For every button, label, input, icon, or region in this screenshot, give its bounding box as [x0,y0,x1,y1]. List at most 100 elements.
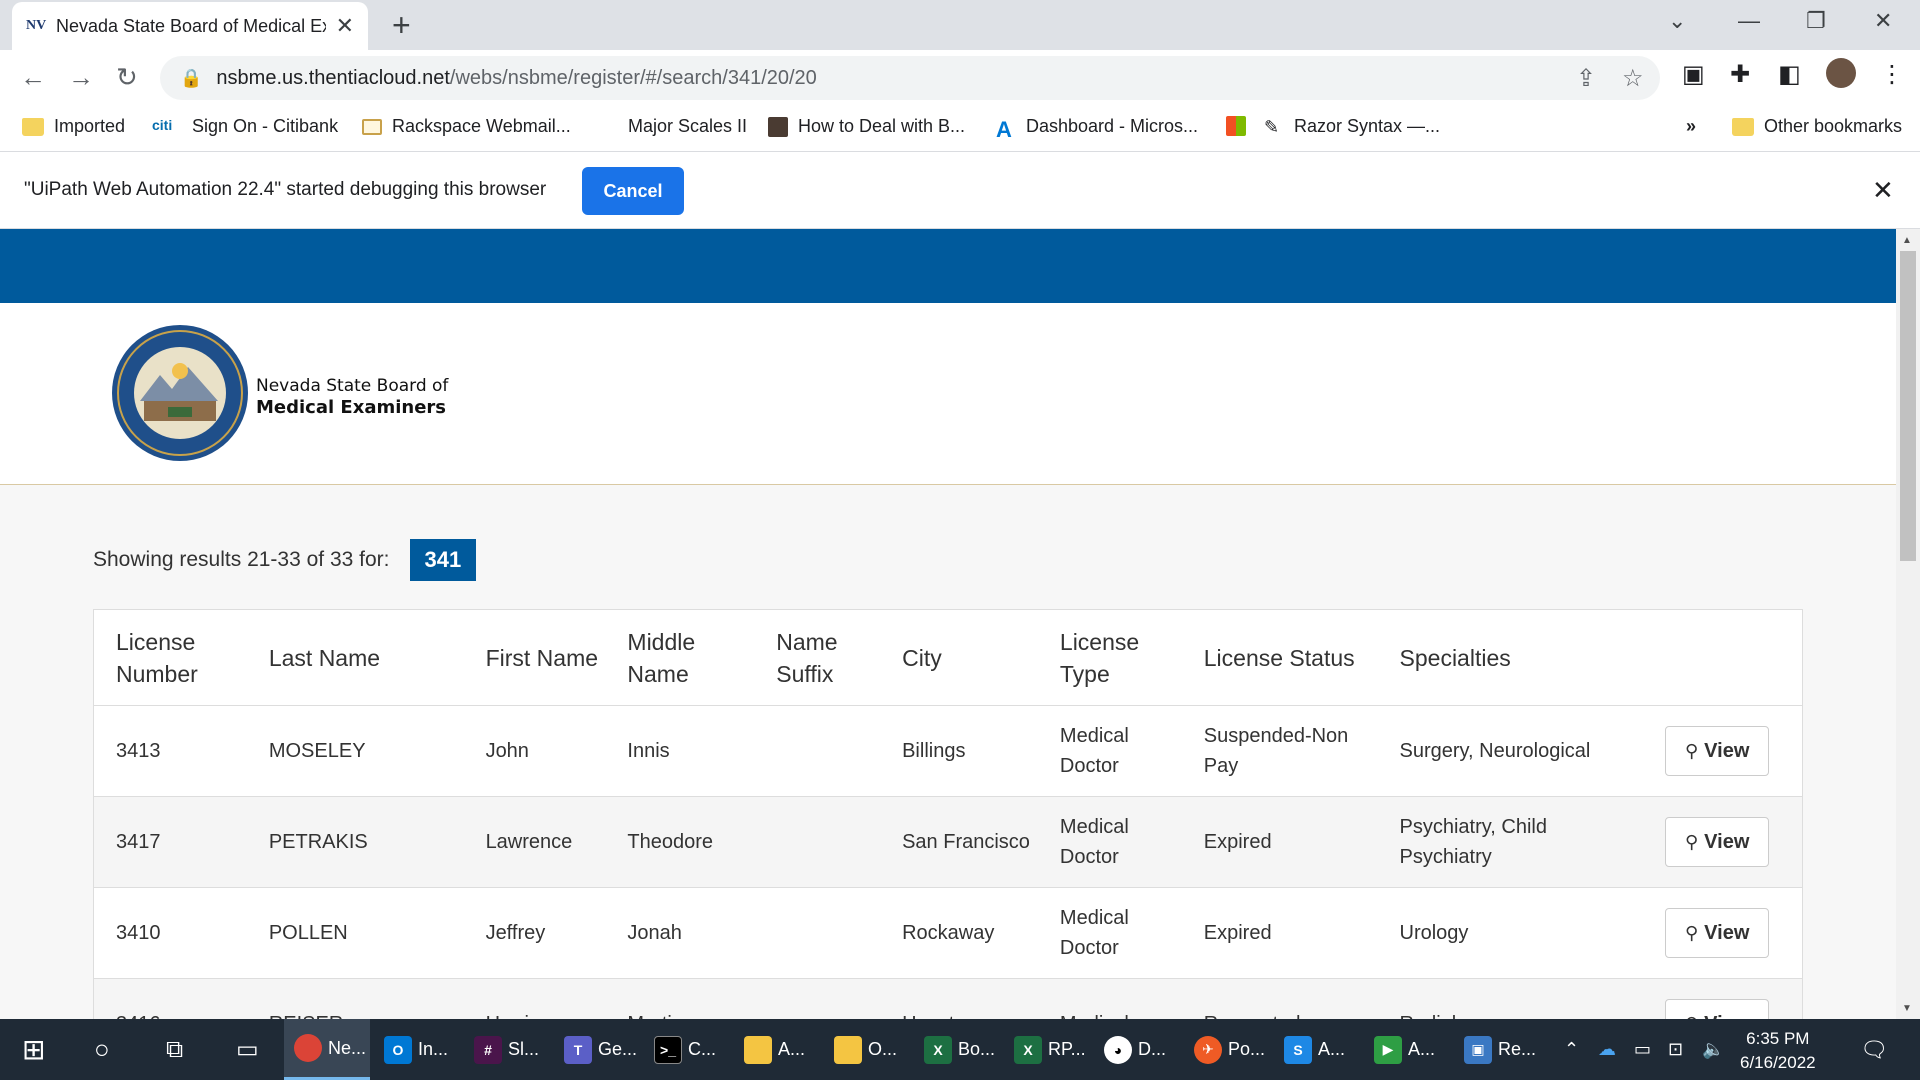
battery-icon[interactable]: ▭ [1634,1019,1651,1080]
bookmark-label: Major Scales II [628,116,748,136]
cell-license-status: Suspended-Non Pay [1203,725,1349,777]
bookmark-dashboard[interactable]: A Dashboard - Micros... [996,116,1199,142]
org-name-line2: Medical Examiners [256,397,447,418]
side-panel-icon[interactable]: ◧ [1778,60,1801,89]
search-circle-icon[interactable]: ○ [94,1019,110,1080]
reload-button[interactable]: ↻ [116,62,138,92]
cell-license-number: 3417 [116,831,161,853]
debugging-infobar: "UiPath Web Automation 22.4" started deb… [0,153,1920,229]
tab-strip: NV Nevada State Board of Medical Examine… [0,0,1920,50]
taskbar-folder-a[interactable]: A... [744,1019,805,1080]
col-city[interactable]: City [880,642,1038,674]
taskbar-label: C... [688,1039,717,1059]
taskbar-app-d[interactable]: ◕ D... [1104,1019,1166,1080]
cell-middle-name: Martin [605,1009,754,1019]
extensions-puzzle-icon[interactable]: ✚ [1730,60,1750,89]
tab-search-icon[interactable]: ⌄ [1668,8,1686,34]
cancel-debugging-button[interactable]: Cancel [582,167,684,215]
col-last-name[interactable]: Last Name [247,642,464,674]
close-tab-icon[interactable]: ✕ [336,13,354,39]
menu-kebab-icon[interactable]: ⋮ [1880,60,1904,89]
onedrive-cloud-icon[interactable]: ☁ [1598,1019,1616,1080]
taskbar-postman[interactable]: ✈ Po... [1194,1019,1265,1080]
volume-icon[interactable]: 🔈 [1702,1019,1724,1080]
cell-city: Houston [880,1009,1038,1019]
bookmark-label: Dashboard - Micros... [1026,116,1199,136]
bookmark-razor[interactable]: ✎ Razor Syntax —... [1264,116,1440,137]
col-license-number[interactable]: License Number [94,626,247,690]
taskbar-slack[interactable]: # Sl... [474,1019,539,1080]
infobar-message: "UiPath Web Automation 22.4" started deb… [24,179,547,200]
taskbar-remote-desktop[interactable]: ▣ Re... [1464,1019,1536,1080]
scroll-up-arrow-icon[interactable]: ▲ [1902,235,1912,246]
bookmark-how-to-deal[interactable]: How to Deal with B... [768,116,965,137]
site-top-bar [0,229,1896,303]
scrollbar-thumb[interactable] [1900,251,1916,561]
taskbar-label: In... [418,1039,449,1059]
cell-city: San Francisco [902,831,1030,853]
taskbar-excel-bo[interactable]: X Bo... [924,1019,995,1080]
task-view-icon[interactable]: ⧉ [166,1019,183,1080]
taskbar-chrome[interactable]: Ne... [284,1019,370,1080]
notifications-icon[interactable]: 🗨 [1860,1019,1888,1080]
bookmarks-overflow-button[interactable]: » [1686,116,1696,137]
view-label: View [1704,1009,1749,1019]
table-row: 3416 REISER Harris Martin Houston Medica… [94,979,1802,1019]
col-specialties[interactable]: Specialties [1378,642,1644,674]
taskbar-folder-o[interactable]: O... [834,1019,897,1080]
desktop-app-icon[interactable]: ▭ [236,1019,259,1080]
bookmark-ms-logo[interactable] [1226,116,1256,136]
s-app-icon: S [1284,1035,1312,1064]
cell-license-status: Expired [1203,922,1272,944]
mail-icon [362,118,382,135]
taskbar-clock[interactable]: 6:35 PM 6/16/2022 [1740,1027,1816,1075]
view-button[interactable]: ⚲View [1665,999,1770,1019]
back-button[interactable]: ← [20,62,46,92]
share-icon[interactable]: ⇪ [1576,64,1596,93]
taskbar-label: Re... [1498,1039,1537,1059]
forward-button[interactable]: → [68,62,94,92]
tray-chevron-up-icon[interactable]: ⌃ [1564,1019,1579,1080]
taskbar-terminal[interactable]: >_ C... [654,1019,716,1080]
license-results-table: License Number Last Name First Name Midd… [93,609,1803,1019]
cell-last-name: MOSELEY [268,740,366,762]
bookmark-other[interactable]: Other bookmarks [1732,116,1902,137]
new-tab-button[interactable]: + [392,8,411,42]
bookmark-star-icon[interactable]: ☆ [1622,64,1644,93]
bookmark-major-scales[interactable]: Major Scales II [628,116,747,137]
cell-license-number: 3416 [94,1009,247,1019]
network-icon[interactable]: ⊡ [1668,1019,1683,1080]
page-scrollbar[interactable]: ▲ ▼ [1896,229,1920,1019]
taskbar-s-app[interactable]: S A... [1284,1019,1345,1080]
cell-license-type: Medical Doctor [1059,725,1129,777]
taskbar-label: Sl... [508,1039,540,1059]
minimize-button[interactable]: — [1738,8,1760,34]
windows-start-icon[interactable]: ⊞ [22,1019,45,1080]
taskbar-excel-rp[interactable]: X RP... [1014,1019,1086,1080]
col-first-name[interactable]: First Name [464,642,606,674]
profile-avatar[interactable] [1826,58,1856,88]
taskbar-teams[interactable]: T Ge... [564,1019,637,1080]
taskbar-label: Ne... [328,1037,367,1058]
bookmark-citibank[interactable]: citi Sign On - Citibank [152,116,338,137]
taskbar-play-app[interactable]: ▶ A... [1374,1019,1435,1080]
microsoft-icon [1226,116,1246,136]
close-window-button[interactable]: ✕ [1874,8,1892,34]
col-middle-name[interactable]: Middle Name [605,626,754,690]
browser-tab[interactable]: NV Nevada State Board of Medical Examine… [12,2,368,50]
table-row: 3410 POLLEN Jeffrey Jonah Rockaway Medic… [94,888,1802,979]
close-infobar-icon[interactable]: ✕ [1872,175,1894,206]
col-name-suffix[interactable]: Name Suffix [754,626,880,690]
view-button[interactable]: ⚲View [1665,817,1770,867]
bookmark-imported[interactable]: Imported [22,116,125,137]
col-license-type[interactable]: License Type [1038,626,1182,690]
view-button[interactable]: ⚲View [1665,908,1770,958]
scroll-down-arrow-icon[interactable]: ▼ [1902,1003,1912,1014]
taskbar-outlook[interactable]: O In... [384,1019,448,1080]
restore-button[interactable]: ❐ [1806,8,1826,34]
extension-app-icon[interactable]: ▣ [1682,60,1705,89]
bookmark-rackspace[interactable]: Rackspace Webmail... [362,116,571,137]
col-license-status[interactable]: License Status [1182,642,1378,674]
address-bar[interactable]: 🔒 nsbme.us.thentiacloud.net /webs/nsbme/… [160,56,1660,100]
view-button[interactable]: ⚲View [1665,726,1770,776]
